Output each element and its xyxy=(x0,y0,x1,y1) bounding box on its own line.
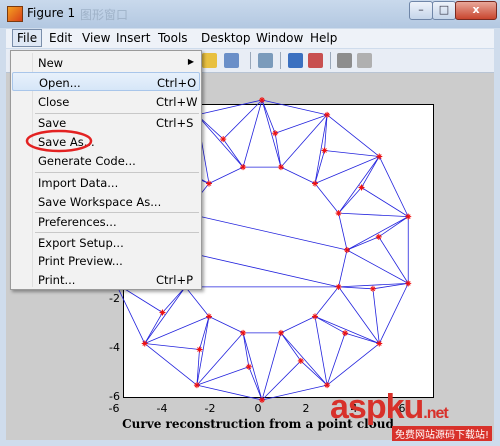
mesh-edge xyxy=(185,286,210,317)
mesh-edge xyxy=(208,166,244,184)
menu-item-generate-code[interactable]: Generate Code... xyxy=(12,151,200,170)
menu-item-shortcut: Ctrl+P xyxy=(156,273,194,287)
mesh-edge xyxy=(314,286,339,317)
x-tick-label: -2 xyxy=(205,402,216,415)
mesh-edge xyxy=(346,216,409,251)
x-tick-label: -6 xyxy=(109,402,120,415)
point-marker xyxy=(375,233,382,240)
matlab-figure-window: Figure 1 图形窗口 – □ x File Edit View Inser… xyxy=(0,0,500,446)
menu-item-print-preview[interactable]: Print Preview... xyxy=(12,251,200,270)
menu-item-label: Close xyxy=(38,95,70,109)
menu-item-save-as[interactable]: Save As... xyxy=(12,132,200,151)
mesh-edge xyxy=(326,332,346,386)
point-marker xyxy=(344,247,350,253)
mesh-edge xyxy=(314,316,346,334)
menu-item-export-setup[interactable]: Export Setup... xyxy=(12,233,200,252)
mesh-edge xyxy=(144,343,198,386)
menu-item-preferences[interactable]: Preferences... xyxy=(12,212,200,231)
point-marker xyxy=(342,330,349,337)
mesh-edge xyxy=(346,236,379,251)
mesh-edge xyxy=(162,286,186,313)
mesh-edge xyxy=(378,236,409,284)
menu-item-label: Export Setup... xyxy=(38,236,124,250)
menu-item-label: Save As... xyxy=(38,135,95,149)
point-marker xyxy=(196,346,203,353)
mesh-edge xyxy=(144,343,200,350)
point-marker xyxy=(405,280,412,287)
mesh-edge xyxy=(280,332,328,386)
mesh-edge xyxy=(144,312,163,344)
menu-item-label: Open... xyxy=(39,76,81,90)
mesh-edge xyxy=(338,286,373,290)
mesh-edge xyxy=(326,114,380,157)
y-tick-label: -4 xyxy=(109,341,120,354)
menu-item-label: New xyxy=(38,56,64,70)
menu-item-new[interactable]: New ▶ xyxy=(12,53,200,72)
mesh-edge xyxy=(338,212,409,218)
mesh-edge xyxy=(346,249,409,284)
menu-item-label: Save Workspace As... xyxy=(38,195,162,209)
menu-item-save-workspace[interactable]: Save Workspace As... xyxy=(12,192,200,211)
mesh-edge xyxy=(196,114,244,168)
menu-item-label: Import Data... xyxy=(38,176,119,190)
menu-item-label: Save xyxy=(38,116,67,130)
mesh-edge xyxy=(222,138,244,168)
point-marker xyxy=(405,213,412,220)
menu-item-save[interactable]: Save Ctrl+S xyxy=(12,113,200,132)
menu-item-open[interactable]: Open... Ctrl+O xyxy=(12,72,200,91)
mesh-edge xyxy=(261,384,328,401)
menu-item-print[interactable]: Print... Ctrl+P xyxy=(12,270,200,289)
menu-item-shortcut: Ctrl+O xyxy=(157,76,197,90)
watermark-text: aspku xyxy=(330,388,424,426)
mesh-edge xyxy=(324,150,380,157)
mesh-edge xyxy=(378,216,409,238)
submenu-arrow-icon: ▶ xyxy=(187,57,194,66)
x-tick-label: -4 xyxy=(157,402,168,415)
point-marker xyxy=(369,285,376,292)
mesh-edge xyxy=(196,99,263,116)
mesh-edge xyxy=(208,316,244,334)
mesh-edge xyxy=(378,283,409,344)
mesh-edge xyxy=(361,156,380,188)
mesh-edge xyxy=(261,99,276,134)
watermark-suffix: .net xyxy=(423,405,448,422)
point-marker xyxy=(321,147,328,154)
mesh-edge xyxy=(196,384,263,401)
mesh-edge xyxy=(338,213,348,251)
point-marker xyxy=(245,363,252,370)
menu-item-import-data[interactable]: Import Data... xyxy=(12,173,200,192)
y-tick-label: -2 xyxy=(109,292,120,305)
mesh-edge xyxy=(185,212,348,251)
file-menu-dropdown: New ▶ Open... Ctrl+O Close Ctrl+W Save C… xyxy=(10,50,202,290)
watermark-subtitle: 免费网站源码下载站! xyxy=(392,426,493,441)
menu-item-shortcut: Ctrl+S xyxy=(156,116,194,130)
mesh-edge xyxy=(338,249,348,287)
mesh-edge xyxy=(314,183,339,214)
site-watermark: aspku.net xyxy=(330,388,449,427)
mesh-edge xyxy=(261,99,328,116)
mesh-edge xyxy=(248,366,263,401)
mesh-edge xyxy=(280,316,316,334)
menu-item-shortcut: Ctrl+W xyxy=(156,95,198,109)
mesh-edge xyxy=(338,187,362,214)
menu-item-label: Print... xyxy=(38,273,76,287)
mesh-edge xyxy=(326,343,380,386)
x-tick-label: 0 xyxy=(255,402,262,415)
point-marker xyxy=(272,130,279,137)
mesh-edge xyxy=(280,332,302,362)
menu-item-label: Preferences... xyxy=(38,215,117,229)
mesh-edge xyxy=(280,166,316,184)
mesh-edge xyxy=(344,332,380,344)
menu-item-label: Print Preview... xyxy=(38,254,123,268)
x-tick-label: 2 xyxy=(303,402,310,415)
menu-item-close[interactable]: Close Ctrl+W xyxy=(12,92,200,111)
menu-item-label: Generate Code... xyxy=(38,154,136,168)
mesh-edge xyxy=(314,316,328,386)
